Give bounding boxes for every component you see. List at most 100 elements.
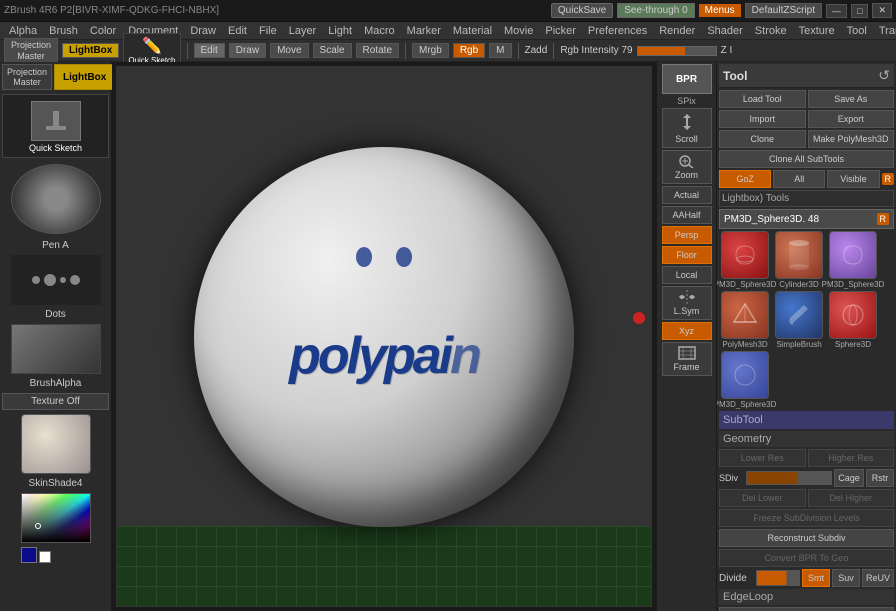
visible-button[interactable]: Visible — [827, 170, 879, 188]
goz-button[interactable]: GoZ — [719, 170, 771, 188]
floor-button[interactable]: Floor — [662, 246, 712, 264]
skin-shade-preview[interactable] — [21, 414, 91, 474]
quicksave-button[interactable]: QuickSave — [551, 3, 613, 18]
mrgb-button[interactable]: Mrgb — [412, 43, 449, 58]
zscript-button[interactable]: DefaultZScript — [745, 3, 822, 18]
menu-marker[interactable]: Marker — [402, 24, 446, 38]
tool-icon-sphere3d[interactable]: Sphere3D — [827, 291, 879, 349]
tool-icon-pm3d-sphere[interactable]: PM3D_Sphere3D — [719, 231, 771, 289]
export-button[interactable]: Export — [808, 110, 895, 128]
draw-button[interactable]: Draw — [229, 43, 266, 58]
canvas-frame[interactable]: polypain — [116, 66, 652, 607]
dot-3 — [60, 277, 66, 283]
lightbox-button[interactable]: LightBox — [62, 43, 119, 58]
brush-alpha-preview[interactable] — [11, 324, 101, 374]
make-polymesh3d-button[interactable]: Make PolyMesh3D — [808, 130, 895, 148]
menu-layer[interactable]: Layer — [284, 24, 322, 38]
smt-button[interactable]: Smt — [802, 569, 830, 587]
bpr-button[interactable]: BPR — [662, 64, 712, 94]
freeze-subdiv-button[interactable]: Freeze SubDivision Levels — [719, 509, 894, 527]
divide-slider[interactable] — [756, 570, 800, 586]
clone-all-subtools-button[interactable]: Clone All SubTools — [719, 150, 894, 168]
seethrough-button[interactable]: See-through 0 — [617, 3, 694, 18]
menu-stroke[interactable]: Stroke — [750, 24, 792, 38]
suv-button[interactable]: Suv — [832, 569, 860, 587]
color-picker[interactable] — [21, 493, 91, 543]
win-close-button[interactable]: ✕ — [872, 3, 892, 18]
canvas-area[interactable]: polypain BPR SPix Scroll — [112, 62, 716, 611]
tool-icon-simplebrush[interactable]: SimpleBrush — [773, 291, 825, 349]
separator-2 — [405, 43, 406, 59]
scroll-button[interactable]: Scroll — [662, 108, 712, 148]
local-button[interactable]: Local — [662, 266, 712, 284]
reuv-button[interactable]: ReUV — [862, 569, 894, 587]
edit-button[interactable]: Edit — [194, 43, 225, 58]
menu-brush[interactable]: Brush — [44, 24, 83, 38]
convert-bpr-to-geo-button[interactable]: Convert BPR To Geo — [719, 549, 894, 567]
menu-file[interactable]: File — [254, 24, 282, 38]
tool-icon-polymesh[interactable]: PolyMesh3D — [719, 291, 771, 349]
menu-color[interactable]: Color — [85, 24, 121, 38]
menu-material[interactable]: Material — [448, 24, 497, 38]
projection-master-small-button[interactable]: ProjectionMaster — [2, 64, 52, 90]
win-maximize-button[interactable]: □ — [851, 4, 868, 18]
rgb-intensity-slider[interactable] — [637, 46, 717, 56]
load-tool-button[interactable]: Load Tool — [719, 90, 806, 108]
menu-preferences[interactable]: Preferences — [583, 24, 652, 38]
lower-res-button[interactable]: Lower Res — [719, 449, 806, 467]
reset-icon[interactable]: ↺ — [878, 67, 890, 84]
tool-icon-pm3d-sphere3[interactable]: PM3D_Sphere3D — [719, 351, 771, 409]
brush-preview[interactable] — [11, 164, 101, 234]
win-minimize-button[interactable]: — — [826, 4, 847, 18]
all-button[interactable]: All — [773, 170, 825, 188]
xyz-button[interactable]: Xyz — [662, 322, 712, 340]
menus-button[interactable]: Menus — [699, 4, 741, 17]
persp-button[interactable]: Persp — [662, 226, 712, 244]
rotate-button[interactable]: Rotate — [356, 43, 399, 58]
pm3d-sphere2-icon — [838, 240, 868, 270]
del-lower-button[interactable]: Del Lower — [719, 489, 806, 507]
texture-off-button[interactable]: Texture Off — [2, 393, 109, 410]
cage-button[interactable]: Cage — [834, 469, 864, 487]
sphere-smiley — [334, 242, 434, 301]
frame-button[interactable]: Frame — [662, 342, 712, 376]
to-geo-button[interactable]: To Geo — [719, 607, 894, 611]
move-button[interactable]: Move — [270, 43, 308, 58]
reconstruct-subdiv-button[interactable]: Reconstruct Subdiv — [719, 529, 894, 547]
menu-picker[interactable]: Picker — [540, 24, 581, 38]
tool-icon-cylinder[interactable]: Cylinder3D — [773, 231, 825, 289]
menu-render[interactable]: Render — [654, 24, 700, 38]
zoom-button[interactable]: Zoom — [662, 150, 712, 184]
menu-tool[interactable]: Tool — [842, 24, 872, 38]
rstr-button[interactable]: Rstr — [866, 469, 894, 487]
tool-icon-pm3d-sphere2[interactable]: PM3D_Sphere3D — [827, 231, 879, 289]
menu-alpha[interactable]: Alpha — [4, 24, 42, 38]
save-as-button[interactable]: Save As — [808, 90, 895, 108]
menu-edit[interactable]: Edit — [223, 24, 252, 38]
higher-res-button[interactable]: Higher Res — [808, 449, 895, 467]
foreground-color-swatch[interactable] — [21, 547, 37, 563]
lightbox-small-button[interactable]: LightBox — [54, 64, 115, 90]
sphere3d-label: Sphere3D — [835, 340, 871, 349]
menu-shader[interactable]: Shader — [702, 24, 747, 38]
quick-sketch-icon[interactable] — [31, 101, 81, 141]
menu-transform[interactable]: Transform — [874, 24, 896, 38]
m-button[interactable]: M — [489, 43, 511, 58]
del-higher-button[interactable]: Del Higher — [808, 489, 895, 507]
menu-macro[interactable]: Macro — [359, 24, 400, 38]
background-color-swatch[interactable] — [39, 551, 51, 563]
clone-button[interactable]: Clone — [719, 130, 806, 148]
import-button[interactable]: Import — [719, 110, 806, 128]
sdiv-slider[interactable] — [746, 471, 832, 485]
scale-button[interactable]: Scale — [313, 43, 352, 58]
lsym-button[interactable]: L.Sym — [662, 286, 712, 320]
menu-movie[interactable]: Movie — [499, 24, 538, 38]
menu-light[interactable]: Light — [323, 24, 357, 38]
dots-preview[interactable] — [11, 255, 101, 305]
menu-draw[interactable]: Draw — [185, 24, 221, 38]
actual-button[interactable]: Actual — [662, 186, 712, 204]
rgb-button[interactable]: Rgb — [453, 43, 485, 58]
aahalf-button[interactable]: AAHalf — [662, 206, 712, 224]
menu-texture[interactable]: Texture — [794, 24, 840, 38]
projection-master-button[interactable]: ProjectionMaster — [4, 38, 58, 64]
